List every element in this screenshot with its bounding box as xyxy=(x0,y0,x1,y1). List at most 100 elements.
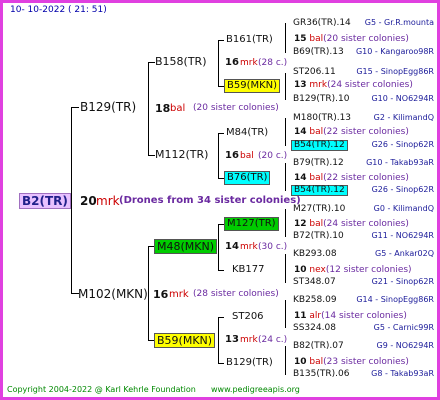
gen4-15-origin: G8 - Takab93aR xyxy=(371,369,434,378)
gen4-13-id[interactable]: SS324.08 xyxy=(293,324,336,333)
connector-root xyxy=(71,107,72,293)
gen2-ss-type: mrk xyxy=(240,58,258,68)
gen4-0-origin: G5 - Gr.R.mounta xyxy=(364,18,434,27)
gen4-11-origin: G21 - Sinop62R xyxy=(371,277,434,286)
gen2-ss-count: 16 xyxy=(225,57,239,68)
gen4-7-origin: G26 - Sinop62R xyxy=(371,185,434,194)
gen2-sd-id[interactable]: M112(TR) xyxy=(155,149,208,160)
dam-drone-count: 16 xyxy=(153,288,169,301)
connector-root-sire xyxy=(71,107,79,108)
gen3-h-count: 10 xyxy=(294,357,307,367)
copyright-text: Copyright 2004-2022 @ Karl Kehrle Founda… xyxy=(7,385,196,394)
gen3-g-count: 11 xyxy=(294,311,307,321)
gen3-d-type: bal xyxy=(309,173,324,183)
connector-ds-f xyxy=(218,270,224,271)
gen4-8-origin: G0 - KilimandQ xyxy=(373,204,434,213)
connector-dd xyxy=(218,317,219,363)
connector-dd-g xyxy=(218,317,224,318)
gen2-dd-id[interactable]: B59(MKN) xyxy=(154,333,216,348)
gen3-c-count: 14 xyxy=(294,127,307,137)
gen4-12-origin: G14 - SinopEgg86R xyxy=(356,295,434,304)
gen4-5-origin: G26 - Sinop62R xyxy=(371,140,434,149)
gen3-e-id[interactable]: M127(TR) xyxy=(224,217,279,231)
gen3-h-note: (23 sister colonies) xyxy=(323,357,409,367)
gen3-f-id[interactable]: KB177 xyxy=(232,265,265,275)
root-queen-id[interactable]: B2(TR) xyxy=(19,193,71,209)
gen4-8-id[interactable]: M27(TR).10 xyxy=(293,205,345,214)
dam-id[interactable]: M102(MKN) xyxy=(78,288,148,300)
gen3-h-type: bal xyxy=(309,357,324,367)
connector-ds xyxy=(218,224,219,270)
sire-drone-note: (20 sister colonies) xyxy=(193,103,279,113)
gen3-e-drones: 12 bal(24 sister colonies) xyxy=(294,220,409,229)
gen3-h-drones: 10 bal(23 sister colonies) xyxy=(294,358,409,367)
gen3-b-drones: 13 mrk(24 sister colonies) xyxy=(294,81,413,90)
gen3-g-note: (14 sister colonies) xyxy=(321,311,407,321)
connector-sire-sd xyxy=(148,155,155,156)
gen4-6-id[interactable]: B79(TR).12 xyxy=(293,159,344,168)
dam-drone-type: mrk xyxy=(169,289,189,300)
sire-id[interactable]: B129(TR) xyxy=(80,101,136,113)
gen4-7-id[interactable]: B54(TR).12 xyxy=(291,185,348,196)
connector-g3-b xyxy=(285,73,286,100)
gen4-12-id[interactable]: KB258.09 xyxy=(293,296,337,305)
gen4-9-origin: G11 - NO6294R xyxy=(371,231,434,240)
timestamp: 10- 10-2022 ( 21: 51) xyxy=(10,5,107,15)
gen4-0-id[interactable]: GR36(TR).14 xyxy=(293,19,351,28)
gen3-a-type: bal xyxy=(309,34,324,44)
gen2-ds-id[interactable]: M48(MKN) xyxy=(154,239,218,254)
gen4-9-id[interactable]: B72(TR).10 xyxy=(293,232,344,241)
gen4-3-id[interactable]: B129(TR).10 xyxy=(293,95,349,104)
connector-ss xyxy=(218,40,219,86)
connector-sire xyxy=(148,62,149,155)
gen3-b-id[interactable]: B59(MKN) xyxy=(224,79,281,93)
connector-g3-a xyxy=(285,23,286,53)
connector-sd xyxy=(218,133,219,178)
gen4-4-id[interactable]: M180(TR).13 xyxy=(293,114,351,123)
gen3-g-drones: 11 alr(14 sister colonies) xyxy=(294,312,407,321)
gen3-d-note: (22 sister colonies) xyxy=(323,173,409,183)
gen3-f-note: (12 sister colonies) xyxy=(325,265,412,275)
connector-g3-e xyxy=(285,209,286,237)
gen4-6-origin: G10 - Takab93aR xyxy=(366,158,434,167)
gen3-c-drones: 14 bal(22 sister colonies) xyxy=(294,128,409,137)
gen4-2-id[interactable]: ST206.11 xyxy=(293,68,336,77)
connector-g3-h xyxy=(285,346,286,375)
gen2-ds-note: (30 c.) xyxy=(258,242,288,252)
gen3-c-id[interactable]: M84(TR) xyxy=(226,128,268,138)
dam-drone-note: (28 sister colonies) xyxy=(193,289,279,299)
gen3-c-note: (22 sister colonies) xyxy=(323,127,409,137)
gen3-b-note: (24 sister colonies) xyxy=(327,80,413,90)
gen4-2-origin: G15 - SinopEgg86R xyxy=(356,67,434,76)
gen3-g-type: alr xyxy=(309,311,322,321)
gen2-sd-count: 16 xyxy=(225,150,239,161)
gen4-1-id[interactable]: B69(TR).13 xyxy=(293,48,344,57)
gen3-f-drones: 10 nex(12 sister colonies) xyxy=(294,266,412,275)
gen4-14-origin: G9 - NO6294R xyxy=(376,341,434,350)
gen2-dd-note: (24 c.) xyxy=(258,335,288,345)
gen3-f-type: nex xyxy=(309,265,326,275)
connector-ss-a xyxy=(218,40,224,41)
gen2-ss-id[interactable]: B158(TR) xyxy=(155,56,207,67)
gen4-4-origin: G2 - KilimandQ xyxy=(373,113,434,122)
gen3-a-count: 15 xyxy=(294,34,307,44)
gen3-h-id[interactable]: B129(TR) xyxy=(226,358,273,368)
gen3-g-id[interactable]: ST206 xyxy=(232,312,264,322)
gen3-c-type: bal xyxy=(309,127,324,137)
gen3-e-type: bal xyxy=(309,219,324,229)
pedigree-frame: 10- 10-2022 ( 21: 51) B2(TR) 20 mrk (Dro… xyxy=(0,0,440,400)
gen4-3-origin: G10 - NO6294R xyxy=(371,94,434,103)
gen3-d-id[interactable]: B76(TR) xyxy=(224,171,271,185)
website-link[interactable]: www.pedigreeapis.org xyxy=(211,386,300,394)
gen3-a-id[interactable]: B161(TR) xyxy=(226,35,273,45)
gen4-11-id[interactable]: ST348.07 xyxy=(293,278,336,287)
gen4-14-id[interactable]: B82(TR).07 xyxy=(293,342,344,351)
gen3-d-drones: 14 bal(22 sister colonies) xyxy=(294,174,409,183)
gen4-10-id[interactable]: KB293.08 xyxy=(293,250,337,259)
gen4-5-id[interactable]: B54(TR).12 xyxy=(291,140,348,151)
gen4-13-origin: G5 - Carnic99R xyxy=(373,323,434,332)
gen3-a-note: (20 sister colonies) xyxy=(323,34,409,44)
gen2-ss-note: (28 c.) xyxy=(258,58,288,68)
gen4-15-id[interactable]: B135(TR).06 xyxy=(293,370,349,379)
gen2-sd-type: bal xyxy=(240,151,254,161)
